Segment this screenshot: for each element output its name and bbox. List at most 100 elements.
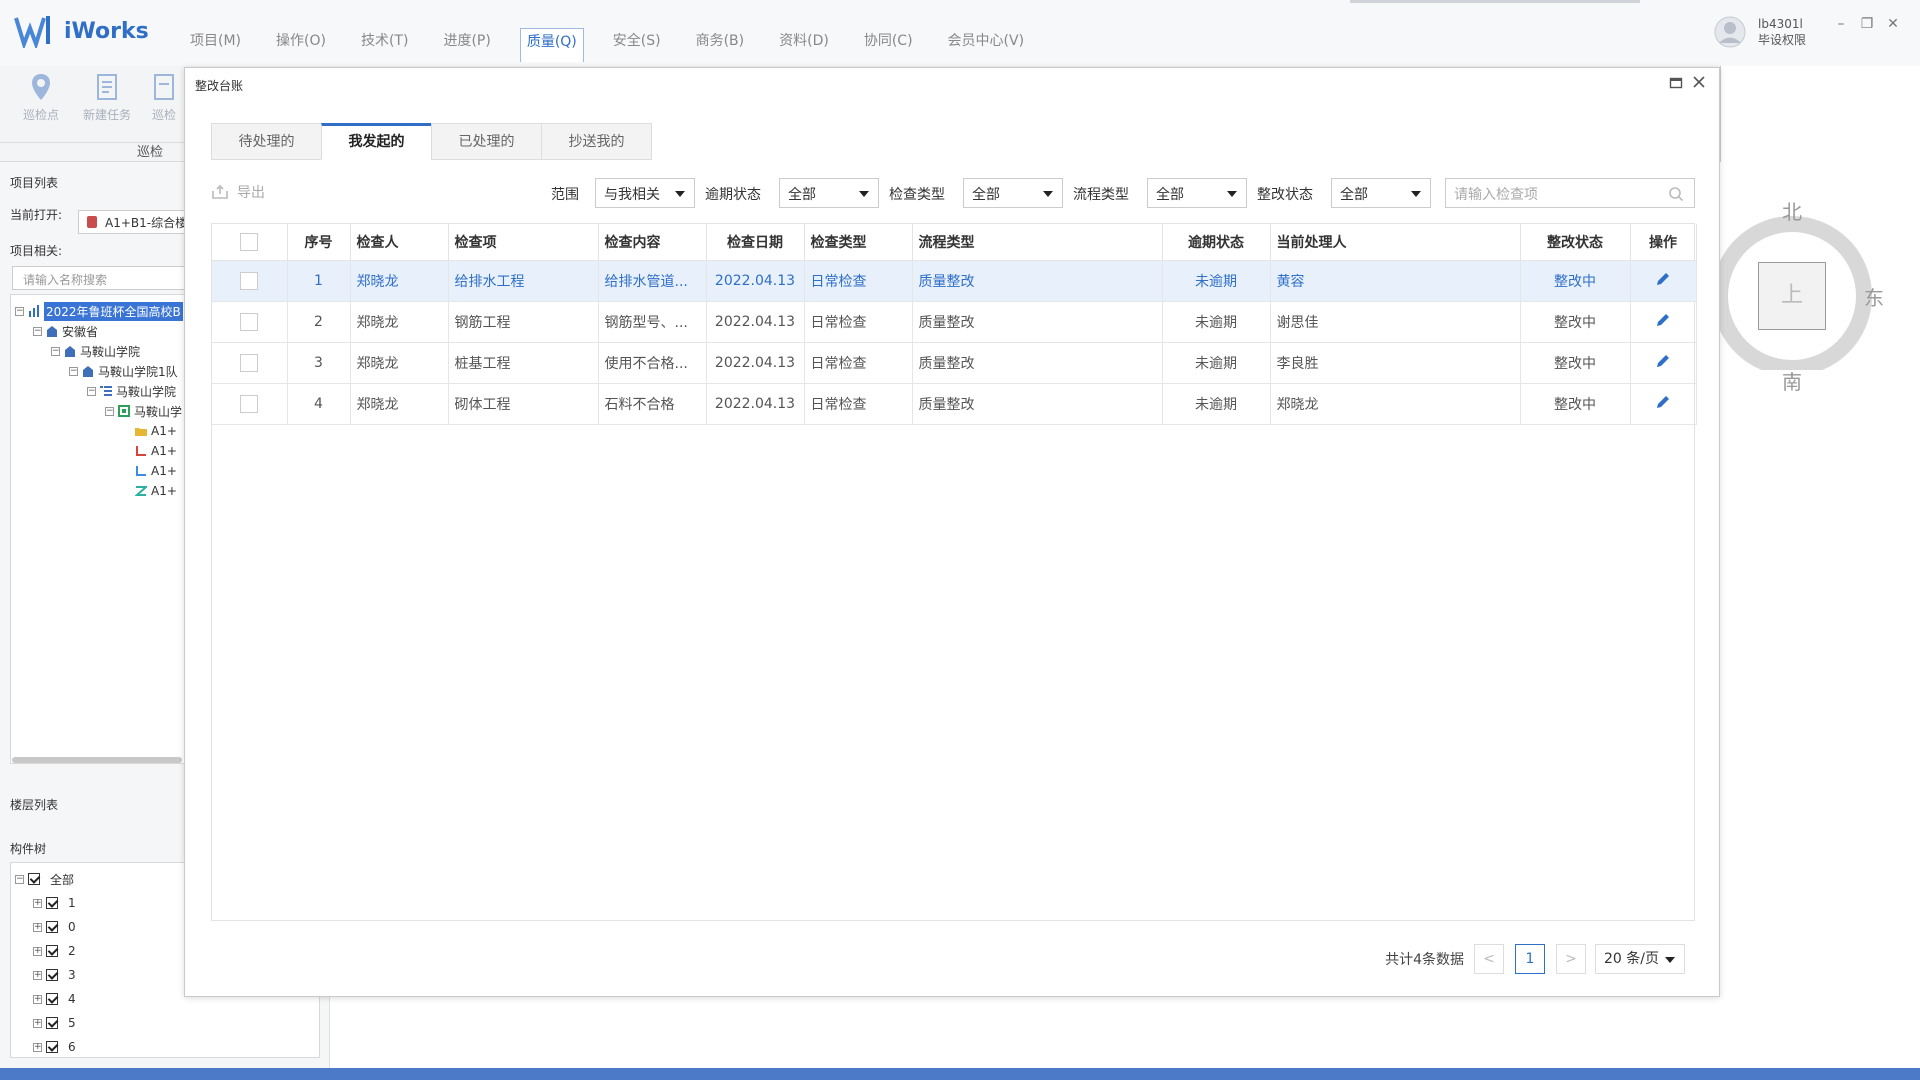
menu-member-center[interactable]: 会员中心(V) [942, 28, 1031, 62]
col-inspector[interactable]: 检查人 [350, 224, 449, 261]
checkbox-checked-icon[interactable] [46, 897, 58, 909]
collapse-icon[interactable]: − [33, 326, 42, 336]
tree-item-team[interactable]: − 马鞍山学院1队 [69, 361, 178, 381]
expand-icon[interactable]: + [33, 1042, 42, 1052]
page-button-current[interactable]: 1 [1515, 944, 1545, 974]
inspection-item-search-input[interactable]: 请输入检查项 [1445, 178, 1695, 208]
tree-item-architecture[interactable]: A1+ [135, 421, 177, 441]
new-task-button[interactable]: 新建任务 [76, 72, 138, 123]
collapse-icon[interactable]: − [105, 406, 114, 416]
col-index[interactable]: 序号 [287, 224, 351, 261]
tree-item-plumbing[interactable]: A1+ [135, 441, 177, 461]
menu-safety[interactable]: 安全(S) [607, 28, 667, 62]
component-floor[interactable]: + 2 [33, 941, 76, 961]
col-overdue-status[interactable]: 逾期状态 [1162, 224, 1271, 261]
compass-east[interactable]: 东 [1864, 282, 1884, 311]
menu-technology[interactable]: 技术(T) [355, 28, 414, 62]
prev-page-button[interactable]: < [1474, 944, 1504, 974]
checkbox-checked-icon[interactable] [28, 873, 40, 885]
col-inspection-item[interactable]: 检查项 [448, 224, 599, 261]
col-inspection-content[interactable]: 检查内容 [598, 224, 707, 261]
checkbox-checked-icon[interactable] [46, 993, 58, 1005]
checkbox-checked-icon[interactable] [46, 921, 58, 933]
expand-icon[interactable]: + [33, 946, 42, 956]
next-page-button[interactable]: > [1556, 944, 1586, 974]
row-checkbox[interactable] [240, 271, 259, 290]
table-row[interactable]: 4 郑晓龙 砌体工程 石料不合格 2022.04.13 日常检查 质量整改 未逾… [212, 383, 1697, 425]
view-compass[interactable]: 北 东 南 上 [1720, 200, 1884, 394]
collapse-icon[interactable]: − [51, 346, 60, 356]
collapse-icon[interactable]: − [15, 874, 24, 884]
compass-south[interactable]: 南 [1782, 366, 1802, 395]
scope-filter-select[interactable]: 与我相关 [595, 178, 695, 208]
export-button[interactable]: 导出 [211, 182, 265, 202]
col-process-type[interactable]: 流程类型 [912, 224, 1163, 261]
tab-pending[interactable]: 待处理的 [211, 123, 322, 160]
component-floor[interactable]: + 6 [33, 1037, 76, 1057]
col-inspection-date[interactable]: 检查日期 [706, 224, 805, 261]
select-all-checkbox[interactable] [240, 232, 259, 251]
expand-icon[interactable]: + [33, 922, 42, 932]
user-profile[interactable]: lb4301l 毕设权限 [1714, 16, 1806, 48]
close-icon[interactable] [1691, 74, 1707, 90]
project-search-input[interactable]: 请输入名称搜索 [12, 266, 202, 290]
tab-initiated-by-me[interactable]: 我发起的 [321, 123, 432, 160]
page-size-select[interactable]: 20 条/页 [1595, 944, 1685, 974]
rectification-status-filter-select[interactable]: 全部 [1331, 178, 1431, 208]
component-floor[interactable]: + 4 [33, 989, 76, 1009]
restore-icon[interactable]: ❐ [1854, 14, 1880, 34]
menu-quality[interactable]: 质量(Q) [519, 28, 584, 62]
collapse-icon[interactable]: − [69, 366, 78, 376]
tree-item-model[interactable]: − 马鞍山学 [105, 401, 182, 421]
collapse-icon[interactable]: − [87, 386, 96, 396]
row-checkbox[interactable] [240, 394, 259, 413]
expand-icon[interactable]: + [33, 898, 42, 908]
close-icon[interactable]: ✕ [1880, 14, 1906, 34]
compass-north[interactable]: 北 [1782, 196, 1802, 225]
overdue-filter-select[interactable]: 全部 [779, 178, 879, 208]
edit-pencil-icon[interactable] [1654, 270, 1672, 288]
tree-item-college-sub[interactable]: − 马鞍山学院 [87, 381, 176, 401]
component-floor[interactable]: + 5 [33, 1013, 76, 1033]
minimize-icon[interactable]: – [1828, 14, 1854, 34]
tree-item-college[interactable]: − 马鞍山学院 [51, 341, 140, 361]
tree-item-province[interactable]: − 安徽省 [33, 321, 98, 341]
row-checkbox[interactable] [240, 353, 259, 372]
menu-collaboration[interactable]: 协同(C) [858, 28, 919, 62]
compass-top-face[interactable]: 上 [1758, 262, 1826, 330]
row-checkbox[interactable] [240, 312, 259, 331]
menu-business[interactable]: 商务(B) [690, 28, 751, 62]
tab-processed[interactable]: 已处理的 [431, 123, 542, 160]
edit-pencil-icon[interactable] [1654, 393, 1672, 411]
inspection-button[interactable]: 巡检 [142, 72, 186, 123]
current-open-selector[interactable]: A1+B1-综合楼 [78, 210, 198, 234]
col-rectification-status[interactable]: 整改状态 [1520, 224, 1631, 261]
expand-icon[interactable]: + [33, 1018, 42, 1028]
tree-horizontal-scrollbar[interactable] [12, 757, 182, 763]
process-type-filter-select[interactable]: 全部 [1147, 178, 1247, 208]
expand-icon[interactable]: + [33, 970, 42, 980]
tree-item-electrical[interactable]: A1+ [135, 481, 177, 501]
inspection-type-filter-select[interactable]: 全部 [963, 178, 1063, 208]
table-row[interactable]: 3 郑晓龙 桩基工程 使用不合格... 2022.04.13 日常检查 质量整改… [212, 342, 1697, 384]
expand-icon[interactable]: + [33, 994, 42, 1004]
tab-cc-me[interactable]: 抄送我的 [541, 123, 652, 160]
component-floor[interactable]: + 3 [33, 965, 76, 985]
checkbox-checked-icon[interactable] [46, 1041, 58, 1053]
checkbox-checked-icon[interactable] [46, 945, 58, 957]
menu-progress[interactable]: 进度(P) [437, 28, 496, 62]
menu-operation[interactable]: 操作(O) [270, 28, 332, 62]
col-current-handler[interactable]: 当前处理人 [1270, 224, 1521, 261]
tree-item-competition[interactable]: − 2022年鲁班杯全国高校B [15, 301, 183, 321]
checkbox-checked-icon[interactable] [46, 1017, 58, 1029]
menu-project[interactable]: 项目(M) [184, 28, 247, 62]
table-row[interactable]: 1 郑晓龙 给排水工程 给排水管道... 2022.04.13 日常检查 质量整… [212, 260, 1697, 302]
component-floor[interactable]: + 1 [33, 893, 76, 913]
collapse-icon[interactable]: − [15, 306, 24, 316]
menu-documents[interactable]: 资料(D) [773, 28, 835, 62]
table-row[interactable]: 2 郑晓龙 钢筋工程 钢筋型号、... 2022.04.13 日常检查 质量整改… [212, 301, 1697, 343]
edit-pencil-icon[interactable] [1654, 311, 1672, 329]
search-icon[interactable] [1668, 186, 1684, 202]
tree-item-structure[interactable]: A1+ [135, 461, 177, 481]
checkbox-checked-icon[interactable] [46, 969, 58, 981]
